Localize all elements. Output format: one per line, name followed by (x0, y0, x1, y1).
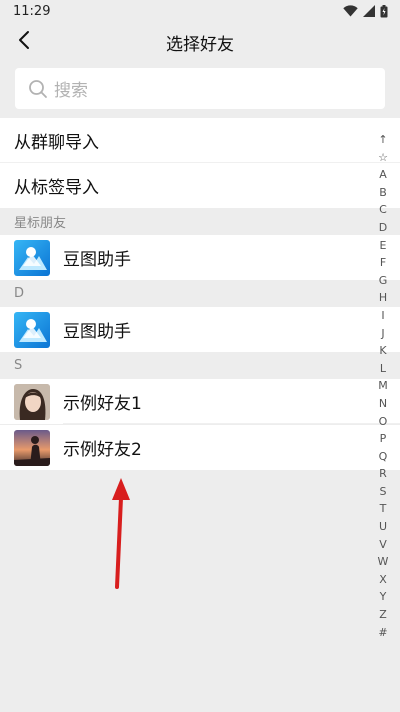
index-letter[interactable]: I (376, 307, 390, 325)
contact-row[interactable]: 示例好友2 (0, 425, 400, 470)
index-letter[interactable]: B (376, 184, 390, 202)
index-letter[interactable]: A (376, 166, 390, 184)
index-letter[interactable]: ↑ (376, 131, 390, 149)
index-letter[interactable]: L (376, 360, 390, 378)
index-letter[interactable]: C (376, 201, 390, 219)
search-placeholder: 搜索 (54, 81, 88, 101)
index-letter[interactable]: M (376, 377, 390, 395)
import-from-tag[interactable]: 从标签导入 (0, 163, 400, 208)
portrait-photo-avatar (14, 383, 50, 420)
index-letter[interactable]: U (376, 518, 390, 536)
index-letter[interactable]: Q (376, 448, 390, 466)
index-letter[interactable]: D (376, 219, 390, 237)
app-logo-avatar (14, 239, 50, 276)
index-letter[interactable]: X (376, 571, 390, 589)
index-letter[interactable]: T (376, 500, 390, 518)
contact-row[interactable]: 豆图助手 (0, 307, 400, 352)
section-header-starred: 星标朋友 (0, 208, 400, 235)
search-icon (28, 79, 48, 99)
index-letter[interactable]: V (376, 536, 390, 554)
contact-row[interactable]: 豆图助手 (0, 235, 400, 280)
sunset-photo-avatar (14, 429, 50, 466)
index-letter[interactable]: E (376, 237, 390, 255)
index-letter[interactable]: O (376, 413, 390, 431)
search-input[interactable]: 搜索 (15, 68, 385, 109)
index-letter[interactable]: R (376, 465, 390, 483)
status-bar: 11:29 (0, 0, 400, 22)
signal-icon (363, 5, 375, 17)
wifi-icon (343, 5, 358, 17)
status-icons (343, 4, 388, 18)
index-letter[interactable]: P (376, 430, 390, 448)
contact-name: 豆图助手 (63, 250, 131, 270)
contact-name: 豆图助手 (63, 322, 131, 342)
index-letter[interactable]: K (376, 342, 390, 360)
contact-name: 示例好友2 (63, 440, 142, 460)
index-letter[interactable]: N (376, 395, 390, 413)
import-options: 从群聊导入 从标签导入 (0, 118, 400, 208)
chevron-left-icon (18, 30, 30, 54)
index-letter[interactable]: J (376, 325, 390, 343)
index-letter[interactable]: Y (376, 588, 390, 606)
divider (63, 423, 400, 424)
nav-bar: 选择好友 (0, 22, 400, 62)
index-letter[interactable]: ☆ (376, 149, 390, 167)
section-header-s: S (0, 352, 400, 379)
back-button[interactable] (12, 30, 36, 54)
contact-row[interactable]: 示例好友1 (0, 379, 400, 424)
index-letter[interactable]: W (376, 553, 390, 571)
index-letter[interactable]: # (376, 624, 390, 642)
import-from-group-chat[interactable]: 从群聊导入 (0, 118, 400, 163)
battery-icon (380, 4, 388, 18)
contact-name: 示例好友1 (63, 394, 142, 414)
alphabet-index-bar[interactable]: ↑ ☆ A B C D E F G H I J K L M N O P Q R S T U V W X Y Z # (376, 131, 390, 641)
index-letter[interactable]: F (376, 254, 390, 272)
index-letter[interactable]: G (376, 272, 390, 290)
index-letter[interactable]: Z (376, 606, 390, 624)
section-header-d: D (0, 280, 400, 307)
app-logo-avatar (14, 311, 50, 348)
page-title: 选择好友 (166, 34, 234, 55)
index-letter[interactable]: S (376, 483, 390, 501)
index-letter[interactable]: H (376, 289, 390, 307)
status-time: 11:29 (13, 3, 51, 19)
